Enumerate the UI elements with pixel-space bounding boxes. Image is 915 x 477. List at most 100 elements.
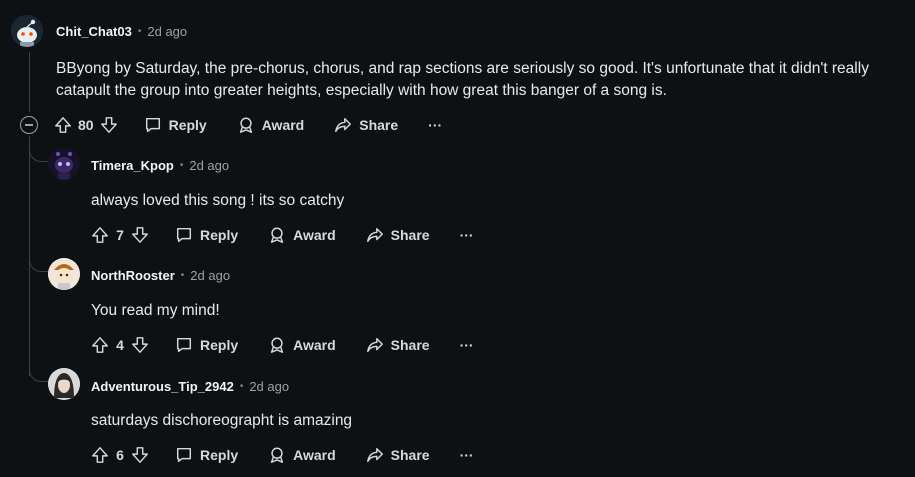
user-photo-avatar bbox=[48, 368, 80, 400]
comment-icon bbox=[176, 447, 192, 463]
more-icon: ··· bbox=[459, 337, 474, 353]
comment-header: Chit_Chat03 • 2d ago bbox=[56, 24, 187, 39]
reply-label: Reply bbox=[200, 337, 239, 353]
comment-actions: 80 Reply Award Share ··· bbox=[54, 113, 442, 137]
downvote-icon bbox=[132, 227, 148, 243]
comment-header: Timera_Kpop • 2d ago bbox=[91, 158, 229, 173]
upvote-button[interactable] bbox=[54, 116, 72, 134]
vote-count: 4 bbox=[116, 337, 124, 353]
share-button[interactable]: Share bbox=[366, 336, 430, 354]
award-label: Award bbox=[293, 227, 336, 243]
comment-body: always loved this song ! its so catchy bbox=[91, 192, 345, 209]
upvote-button[interactable] bbox=[91, 336, 109, 354]
separator-dot: • bbox=[239, 381, 244, 392]
award-icon bbox=[271, 227, 284, 243]
share-label: Share bbox=[390, 227, 430, 243]
vote-count: 80 bbox=[78, 117, 94, 133]
reply-button[interactable]: Reply bbox=[175, 446, 238, 464]
timestamp[interactable]: 2d ago bbox=[189, 158, 229, 173]
separator-dot: • bbox=[180, 270, 185, 281]
thread-line bbox=[29, 52, 30, 112]
award-icon bbox=[271, 337, 284, 353]
comment-actions: 6 Reply Award Share ··· bbox=[91, 443, 474, 467]
more-icon: ··· bbox=[459, 227, 474, 243]
more-options-button[interactable]: ··· bbox=[460, 337, 474, 353]
comment-body: catapult the group into greater heights,… bbox=[56, 82, 667, 99]
reply-button[interactable]: Reply bbox=[144, 116, 207, 134]
comment-body: saturdays dischoreographt is amazing bbox=[91, 412, 353, 429]
username[interactable]: Adventurous_Tip_2942 bbox=[91, 379, 234, 394]
award-label: Award bbox=[261, 117, 305, 133]
downvote-icon bbox=[132, 447, 148, 463]
upvote-icon bbox=[92, 447, 108, 463]
share-icon bbox=[335, 117, 352, 133]
comment-actions: 4 Reply Award Share ··· bbox=[91, 333, 474, 357]
reply-label: Reply bbox=[168, 117, 207, 133]
share-label: Share bbox=[390, 447, 430, 463]
upvote-icon bbox=[55, 117, 71, 133]
reply-button[interactable]: Reply bbox=[175, 226, 238, 244]
username[interactable]: NorthRooster bbox=[91, 268, 175, 283]
downvote-button[interactable] bbox=[100, 116, 118, 134]
comment-icon bbox=[176, 227, 192, 243]
snoo-avatar bbox=[11, 15, 43, 47]
downvote-button[interactable] bbox=[131, 226, 149, 244]
timestamp[interactable]: 2d ago bbox=[190, 268, 230, 283]
downvote-button[interactable] bbox=[131, 336, 149, 354]
thread-line bbox=[29, 136, 30, 376]
more-options-button[interactable]: ··· bbox=[428, 117, 442, 133]
comment-icon bbox=[176, 337, 192, 353]
vote-count: 6 bbox=[116, 447, 124, 463]
upvote-button[interactable] bbox=[91, 446, 109, 464]
more-options-button[interactable]: ··· bbox=[460, 227, 474, 243]
upvote-icon bbox=[92, 227, 108, 243]
award-icon bbox=[239, 117, 252, 133]
comment-body: BByong by Saturday, the pre-chorus, chor… bbox=[56, 60, 869, 77]
award-button[interactable]: Award bbox=[268, 446, 336, 464]
share-icon bbox=[366, 337, 383, 353]
reply-button[interactable]: Reply bbox=[175, 336, 238, 354]
thread-elbow bbox=[29, 368, 49, 382]
reply-label: Reply bbox=[200, 227, 239, 243]
share-label: Share bbox=[359, 117, 399, 133]
comment-body: You read my mind! bbox=[91, 302, 220, 319]
share-button[interactable]: Share bbox=[366, 226, 430, 244]
comment-actions: 7 Reply Award Share ··· bbox=[91, 223, 474, 247]
username[interactable]: Timera_Kpop bbox=[91, 158, 174, 173]
thread-elbow bbox=[29, 148, 49, 162]
snoo-avatar bbox=[48, 258, 80, 290]
avatar[interactable] bbox=[48, 148, 80, 180]
comment-header: NorthRooster • 2d ago bbox=[91, 268, 230, 283]
timestamp[interactable]: 2d ago bbox=[249, 379, 289, 394]
separator-dot: • bbox=[179, 160, 184, 171]
share-icon bbox=[366, 447, 383, 463]
comment-icon bbox=[145, 117, 160, 133]
award-label: Award bbox=[293, 337, 336, 353]
vote-count: 7 bbox=[116, 227, 124, 243]
avatar[interactable] bbox=[48, 368, 80, 400]
award-button[interactable]: Award bbox=[237, 116, 305, 134]
comment-header: Adventurous_Tip_2942 • 2d ago bbox=[91, 379, 289, 394]
share-label: Share bbox=[390, 337, 430, 353]
reply-label: Reply bbox=[200, 447, 239, 463]
more-icon: ··· bbox=[459, 447, 474, 463]
share-button[interactable]: Share bbox=[334, 116, 398, 134]
avatar[interactable] bbox=[48, 258, 80, 290]
award-icon bbox=[271, 447, 284, 463]
timestamp[interactable]: 2d ago bbox=[147, 24, 187, 39]
more-options-button[interactable]: ··· bbox=[460, 447, 474, 463]
thread-elbow bbox=[29, 258, 49, 272]
downvote-icon bbox=[100, 117, 117, 133]
award-label: Award bbox=[293, 447, 336, 463]
upvote-button[interactable] bbox=[91, 226, 109, 244]
award-button[interactable]: Award bbox=[268, 226, 336, 244]
collapse-thread-button[interactable] bbox=[20, 116, 38, 134]
award-button[interactable]: Award bbox=[268, 336, 336, 354]
snoo-avatar bbox=[48, 148, 80, 180]
downvote-icon bbox=[132, 337, 148, 353]
avatar[interactable] bbox=[11, 15, 43, 47]
more-icon: ··· bbox=[428, 117, 443, 133]
share-button[interactable]: Share bbox=[366, 446, 430, 464]
username[interactable]: Chit_Chat03 bbox=[56, 24, 132, 39]
downvote-button[interactable] bbox=[131, 446, 149, 464]
